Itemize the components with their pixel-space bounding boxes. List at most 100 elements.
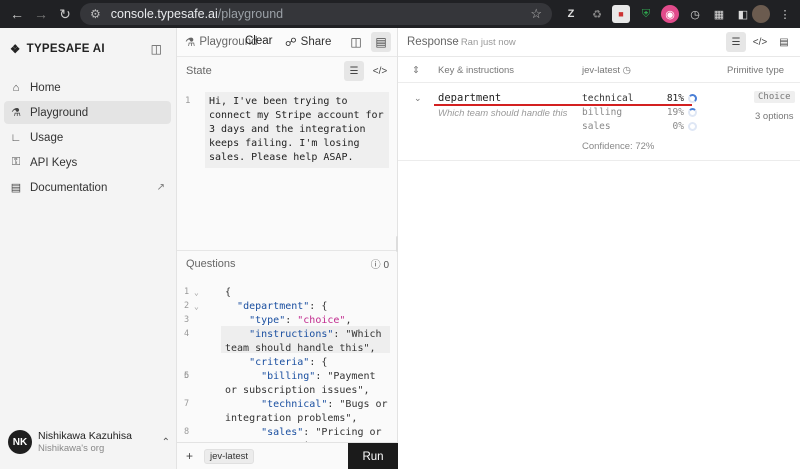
json-line: "department": { (237, 301, 328, 312)
clear-button[interactable]: Clear (245, 35, 272, 47)
extension-shield-icon[interactable]: ⛨ (637, 5, 655, 23)
type-options-count: 3 options (755, 111, 794, 122)
link-icon: ☍ (285, 37, 297, 49)
response-subtitle: · Ran just now (455, 37, 516, 48)
add-icon[interactable]: + (186, 449, 193, 463)
confidence-value: Confidence: 72% (582, 141, 655, 152)
text-view-icon[interactable]: ☰ (344, 61, 364, 81)
response-table-header: ⇕ Key & instructions jev-latest ◷ Primit… (398, 57, 800, 83)
json-line: "billing": "Payment or subscription issu… (225, 371, 382, 396)
extensions-puzzle-icon[interactable]: ▦ (710, 5, 728, 23)
code-view-icon[interactable]: </> (370, 61, 390, 81)
type-badge: Choice (754, 91, 795, 103)
extension-gauge-icon[interactable]: ◷ (686, 5, 704, 23)
json-line: "technical": "Bugs or integration proble… (225, 399, 394, 424)
code-view-icon[interactable]: </> (750, 32, 770, 52)
sidebar: ❖ TYPESAFE AI ◫ ⌂ Home ⚗ Playground ∟ Us… (0, 28, 177, 469)
extension-pink-icon[interactable]: ◉ (661, 5, 679, 23)
questions-header: Questions ⓘ 0 (177, 250, 398, 276)
back-icon[interactable]: ← (6, 3, 28, 25)
state-title: State (186, 65, 212, 77)
line-number: 3 (184, 315, 190, 325)
user-org: Nishikawa's org (38, 443, 105, 454)
sidebar-item-usage[interactable]: ∟ Usage (4, 126, 171, 149)
sidebar-item-playground[interactable]: ⚗ Playground (4, 101, 171, 124)
share-button[interactable]: ☍ Share (285, 35, 331, 49)
questions-count: ⓘ 0 (370, 260, 389, 271)
run-footer: + jev-latest Run (177, 442, 398, 469)
col-model: jev-latest ◷ (582, 65, 631, 76)
confidence-ring-icon (688, 122, 697, 131)
line-number: 2 (184, 301, 190, 311)
sidebar-item-documentation[interactable]: ▤ Documentation ↗ (4, 176, 171, 199)
extension-z-icon[interactable]: Z (562, 5, 580, 23)
typesafe-logo-icon: ❖ (10, 44, 21, 56)
fold-chevron-icon[interactable]: ⌄ (194, 286, 199, 300)
clock-icon: ◷ (622, 65, 631, 76)
row-instructions: Which team should handle this (438, 108, 568, 119)
state-header: State ☰ </> (177, 58, 398, 84)
col-type: Primitive type (727, 65, 785, 76)
line-number: 8 (184, 427, 190, 437)
annotation-underline (434, 104, 692, 106)
json-line: "criteria": { (249, 357, 328, 368)
user-menu[interactable]: NK Nishikawa Kazuhisa Nishikawa's org ⌃ (8, 430, 170, 454)
sidebar-item-label: Playground (30, 106, 89, 119)
share-label: Share (300, 36, 332, 48)
json-line: { (225, 287, 232, 298)
confidence-ring-icon (688, 94, 697, 103)
chart-icon: ∟ (10, 131, 22, 144)
extension-recycle-icon[interactable]: ♻ (588, 5, 606, 23)
json-line: "instructions": "Which team should handl… (225, 329, 388, 354)
table-view-icon[interactable]: ☰ (726, 32, 746, 52)
brand-name: TYPESAFE AI (26, 43, 105, 55)
line-number: 6 (184, 371, 190, 381)
collapse-sidebar-icon[interactable]: ◫ (151, 42, 162, 56)
table-row[interactable]: ⌄ department Which team should handle th… (398, 83, 800, 161)
site-settings-icon[interactable]: ⚙ (90, 7, 101, 21)
sidebar-item-home[interactable]: ⌂ Home (4, 76, 171, 99)
run-button[interactable]: Run (348, 443, 398, 469)
user-name: Nishikawa Kazuhisa (38, 430, 132, 442)
row-key: department (438, 92, 502, 104)
stack-view-icon[interactable]: ▤ (371, 32, 391, 52)
fold-chevron-icon[interactable]: ⌄ (194, 300, 199, 314)
line-number: 1 (185, 96, 191, 106)
json-line: "type": "choice", (249, 315, 352, 326)
playground-toolbar: ⚗ Playground Clear ☍ Share ◫ ▤ (177, 28, 397, 57)
key-icon: ⚿ (11, 156, 21, 168)
questions-title: Questions (186, 257, 236, 270)
panel-layout-icon[interactable]: ▤ (774, 32, 794, 52)
response-toolbar: Response · Ran just now ☰ </> ▤ (398, 28, 800, 57)
extension-calendar-icon[interactable]: ■ (612, 5, 630, 23)
model-selector[interactable]: jev-latest (204, 449, 255, 464)
confidence-ring-icon (688, 108, 697, 117)
avatar: NK (8, 430, 32, 454)
sidebar-item-api-keys[interactable]: ⚿ API Keys (4, 151, 171, 174)
sidebar-item-label: Home (30, 81, 61, 94)
input-panel: ⚗ Playground Clear ☍ Share ◫ ▤ State ☰ <… (177, 28, 398, 469)
sidebar-item-label: API Keys (30, 156, 78, 169)
response-title: Response (407, 36, 459, 48)
address-bar[interactable]: ⚙ console.typesafe.ai/playground ☆ (80, 3, 552, 25)
reload-icon[interactable]: ↻ (54, 3, 76, 25)
split-view-icon[interactable]: ◫ (346, 32, 366, 52)
external-link-icon: ↗ (156, 182, 165, 193)
book-icon: ▤ (10, 182, 22, 194)
bookmark-star-icon[interactable]: ☆ (530, 6, 542, 22)
browser-menu-icon[interactable]: ⋮ (776, 5, 794, 23)
profile-avatar[interactable] (752, 5, 770, 23)
line-number: 1 (184, 287, 190, 297)
state-text[interactable]: Hi, I've been trying to connect my Strip… (205, 92, 389, 168)
brand[interactable]: ❖ TYPESAFE AI (10, 42, 105, 56)
sort-icon[interactable]: ⇕ (412, 65, 420, 76)
line-number: 7 (184, 399, 190, 409)
sidebar-item-label: Usage (30, 131, 64, 144)
browser-chrome: ← → ↻ ⚙ console.typesafe.ai/playground ☆… (0, 0, 800, 28)
chevron-down-icon[interactable]: ⌄ (414, 93, 422, 104)
forward-icon[interactable]: → (30, 3, 52, 25)
sidebar-item-label: Documentation (30, 181, 108, 194)
line-number: 4 (184, 329, 190, 339)
sidepanel-icon[interactable]: ◧ (734, 5, 752, 23)
col-key: Key & instructions (438, 65, 515, 76)
